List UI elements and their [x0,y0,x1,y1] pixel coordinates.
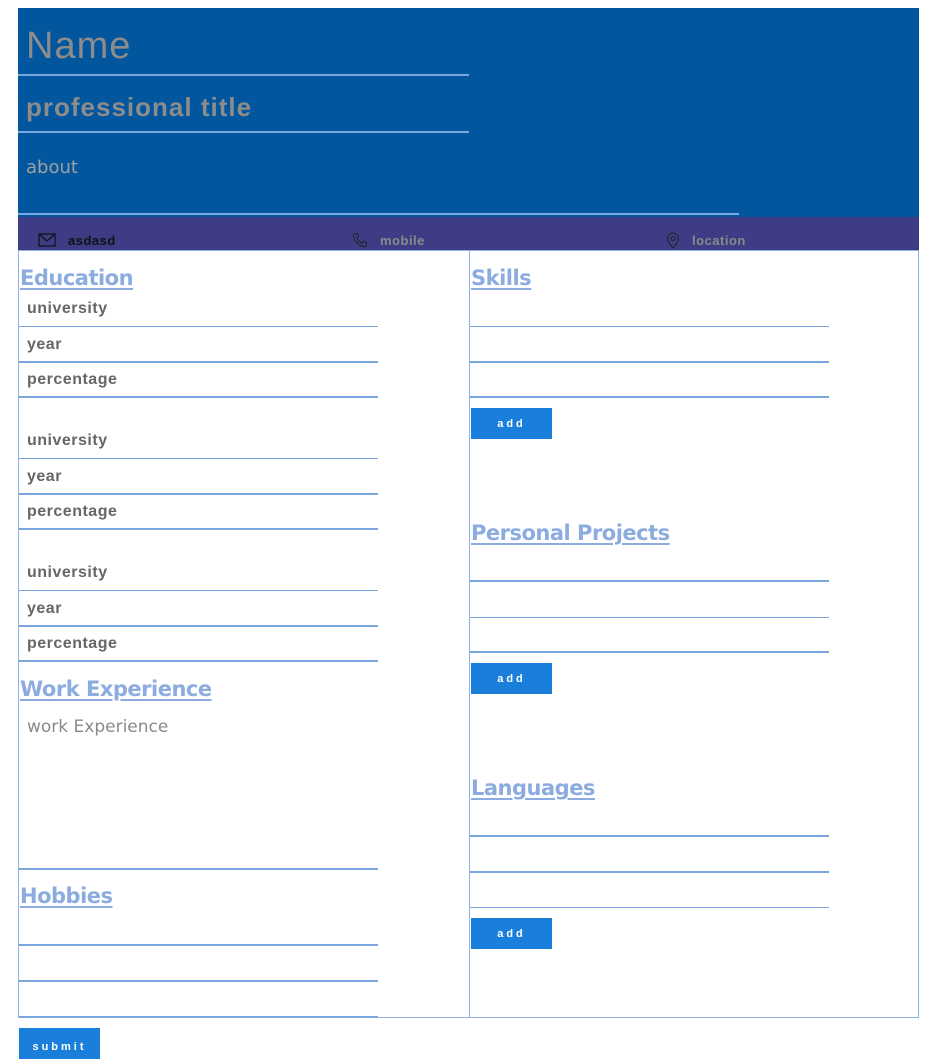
hobbies-heading: Hobbies [20,884,113,908]
university-input[interactable] [19,424,378,459]
languages-heading: Languages [471,776,595,800]
envelope-icon [38,233,56,247]
name-input[interactable] [18,18,469,76]
project-input[interactable] [470,547,829,582]
resume-header [18,8,919,217]
contact-location [666,231,892,249]
year-input[interactable] [19,460,378,495]
submit-button[interactable]: submit [19,1028,100,1059]
map-pin-icon [666,232,680,249]
year-input[interactable] [19,328,378,363]
project-input[interactable] [470,618,829,653]
language-input[interactable] [470,838,829,873]
language-input[interactable] [470,802,829,837]
location-input[interactable] [692,232,892,248]
education-heading: Education [20,266,134,290]
personal-projects-heading: Personal Projects [471,521,670,545]
hobby-input[interactable] [19,947,378,982]
add-language-button[interactable]: add [471,918,552,949]
skill-input[interactable] [470,363,829,398]
add-skill-button[interactable]: add [471,408,552,439]
percentage-input[interactable] [19,627,378,662]
percentage-input[interactable] [19,363,378,398]
work-experience-heading: Work Experience [20,677,212,701]
about-input[interactable] [18,149,739,215]
professional-title-input[interactable] [18,84,469,133]
hobby-input[interactable] [19,983,378,1018]
email-input[interactable] [68,232,268,248]
project-input[interactable] [470,583,829,618]
language-input[interactable] [470,873,829,908]
work-experience-input[interactable] [19,709,378,870]
percentage-input[interactable] [19,495,378,530]
mobile-input[interactable] [380,232,580,248]
resume-body: Education Work Experience Hobbies Skills… [18,250,919,1018]
year-input[interactable] [19,592,378,627]
add-project-button[interactable]: add [471,663,552,694]
university-input[interactable] [19,556,378,591]
skill-input[interactable] [470,328,829,363]
hobby-input[interactable] [19,911,378,946]
university-input[interactable] [19,292,378,327]
skills-heading: Skills [471,266,532,290]
phone-icon [352,232,368,248]
contact-bar [18,217,919,250]
skill-input[interactable] [470,292,829,327]
contact-mobile [352,231,580,249]
contact-email [38,231,268,249]
